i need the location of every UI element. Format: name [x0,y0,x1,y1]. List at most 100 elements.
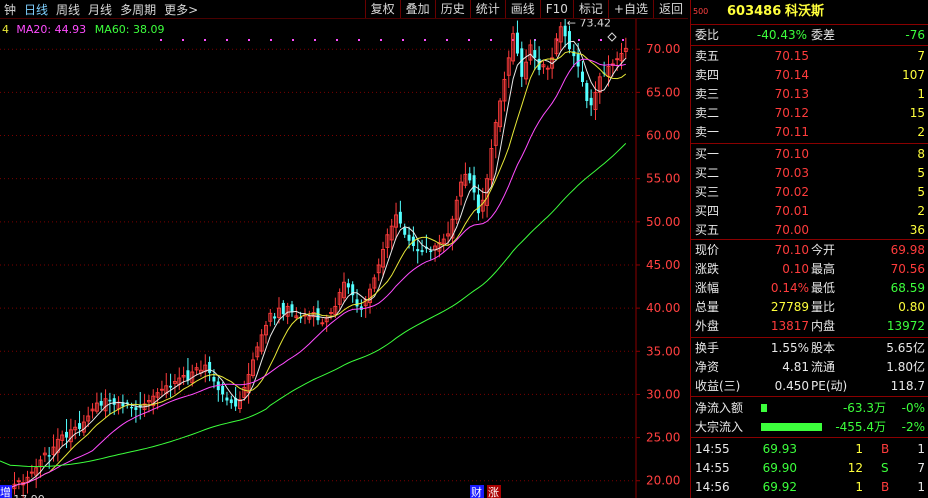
trade-volume: 1 [855,442,863,456]
y-tick-label: 35.00 [646,344,680,358]
stat-value: 13817 [770,319,809,333]
ma10-line [10,50,627,489]
candle-body [472,175,476,193]
event-dot [182,39,184,41]
zhang-mark[interactable]: 涨 [488,486,499,498]
sell-volume: 1 [917,87,925,101]
y-tick-label: 25.00 [646,431,680,445]
tab-2[interactable]: 周线 [52,1,84,18]
webi-label: 委比 [695,28,720,42]
webi-value: -40.43% [756,28,807,42]
trade-volume: 12 [847,461,863,475]
trade-count: 7 [917,461,925,475]
period-tabs: 钟日线 周线 月线 多周期 更多> [0,0,202,18]
trade-side: B [881,480,890,494]
candle-body [398,211,402,224]
divider [691,337,928,338]
candle-body [229,399,233,404]
y-tick-label: 65.00 [646,85,680,99]
tool-button-7[interactable]: +自选 [607,0,653,18]
trade-price: 69.90 [762,461,797,475]
event-dot [622,39,624,41]
stat-value: 27789 [770,300,809,314]
fund-value: 1.55% [770,341,809,355]
tab-1[interactable]: 日线 [20,1,52,18]
stat-label: 最低 [811,281,836,295]
sell-price: 70.13 [774,87,809,101]
tool-button-3[interactable]: 统计 [469,0,505,18]
fund-value: 0.450 [774,379,809,393]
divider [691,143,928,144]
trade-price: 69.92 [762,480,797,494]
ma20-line [10,58,626,489]
stat-label: 今开 [811,243,836,257]
candle-body [403,227,407,235]
candle-body [134,407,138,410]
sell-price: 70.14 [774,68,809,82]
event-dot [402,39,404,41]
candle-body [429,250,433,253]
stat-value: 0.10 [782,262,809,276]
trade-time: 14:55 [695,442,730,456]
candle-body [346,283,350,288]
sell-volume: 107 [902,68,925,82]
candle-body [355,299,359,307]
tool-button-1[interactable]: 叠加 [399,0,435,18]
buy-label: 买二 [695,166,720,180]
event-dot [380,39,382,41]
tool-button-6[interactable]: 标记 [572,0,608,18]
trade-count: 1 [917,480,925,494]
tool-button-2[interactable]: 历史 [434,0,470,18]
fund-label: 股本 [811,341,836,355]
stat-row-3: 总量 27789 量比 0.80 [691,298,928,316]
buy-level-3: 买三 70.02 5 [691,183,928,201]
sell-label: 卖五 [695,49,720,63]
trade-row-2: 14:56 69.92 1 B 1 [691,478,928,496]
candle-body [130,407,134,409]
tab-0[interactable]: 钟 [0,1,20,18]
candle-body [580,71,584,83]
flow-row-1: 大宗流入 -455.4万 -2% [691,418,928,436]
trade-row-0: 14:55 69.93 1 B 1 [691,440,928,458]
event-dot [490,39,492,41]
tool-button-0[interactable]: 复权 [364,0,400,18]
fund-value: 5.65亿 [886,341,925,355]
tool-buttons: 复权 叠加 历史 统计 画线 F10 标记 +自选 返回 [364,0,688,18]
tab-5[interactable]: 更多> [160,1,202,18]
stat-label: 量比 [811,300,836,314]
candle-body [476,194,480,214]
fund-value: 4.81 [782,360,809,374]
divider [691,396,928,397]
kline-chart[interactable]: 20.00 25.00 30.00 35.00 40.00 45.00 50.00 55.00… [0,19,690,498]
buy-level-4: 买四 70.01 2 [691,202,928,220]
tab-3[interactable]: 月线 [84,1,116,18]
sell-volume: 2 [917,125,925,139]
candle-body [65,431,69,438]
y-tick-label: 55.00 [646,172,680,186]
flow-amount: -455.4万 [835,420,886,434]
cai-mark[interactable]: 财 [471,485,482,498]
tool-button-5[interactable]: F10 [539,0,573,18]
high-annotation: ← 73.42 [567,19,611,29]
candle-body [416,249,420,252]
buy-volume: 5 [917,185,925,199]
fund-value: 118.7 [890,379,925,393]
tool-button-4[interactable]: 画线 [504,0,540,18]
stat-value: 70.56 [890,262,925,276]
candle-body [420,250,424,253]
tool-button-8[interactable]: 返回 [652,0,688,18]
tab-4[interactable]: 多周期 [116,1,160,18]
sell-label: 卖一 [695,125,720,139]
buy-level-2: 买二 70.03 5 [691,164,928,182]
ma60-line [0,143,627,468]
candle-body [212,376,216,382]
sell-label: 卖二 [695,106,720,120]
fund-row-2: 收益(三) 0.450 PE(动) 118.7 [691,377,928,395]
sell-price: 70.11 [774,125,809,139]
buy-price: 70.01 [774,204,809,218]
candle-body [78,423,82,429]
candle-body [169,385,173,388]
stat-label: 总量 [695,300,720,314]
stat-label: 现价 [695,243,720,257]
buy-price: 70.03 [774,166,809,180]
